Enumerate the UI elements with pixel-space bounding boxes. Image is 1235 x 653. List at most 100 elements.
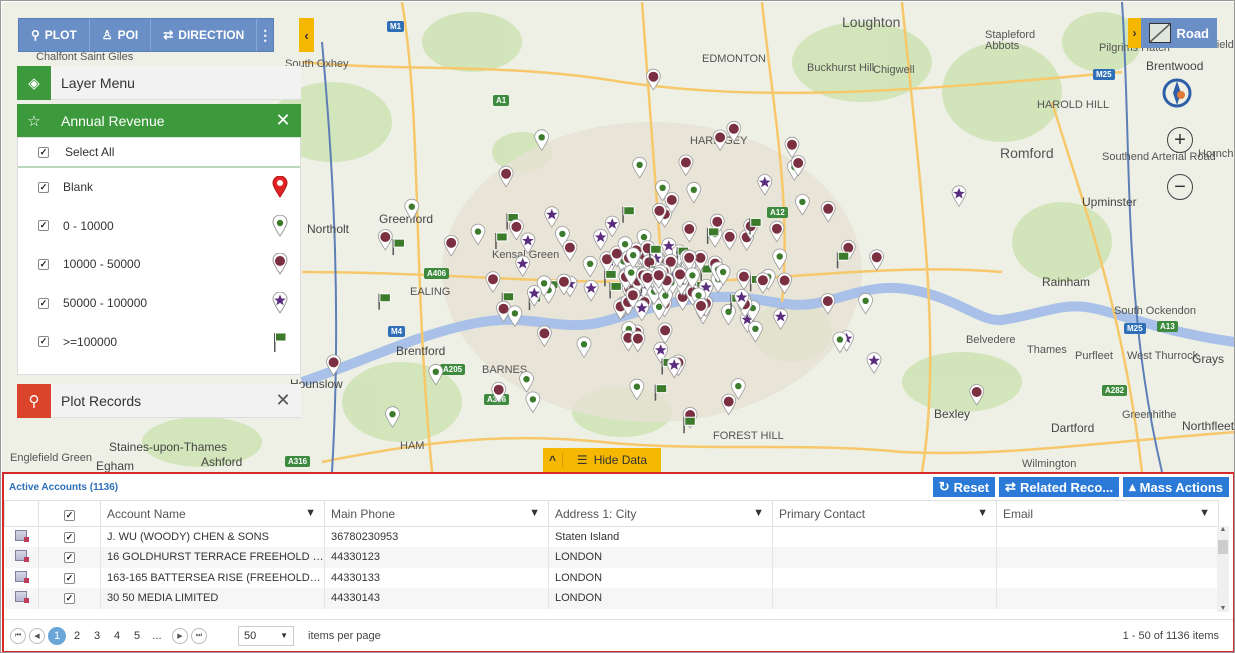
account-marker[interactable]: [377, 229, 393, 251]
legend-item[interactable]: ✓ 0 - 10000: [18, 207, 300, 246]
related-records-button[interactable]: ⇄ Related Reco...: [999, 477, 1120, 497]
account-marker[interactable]: [777, 272, 792, 295]
account-marker[interactable]: [519, 371, 534, 393]
account-marker[interactable]: [654, 384, 668, 401]
account-marker[interactable]: [726, 120, 742, 143]
zoom-in-button[interactable]: +: [1167, 127, 1193, 153]
zoom-out-button[interactable]: −: [1167, 174, 1193, 200]
grid-scrollbar[interactable]: ▲ ▼: [1217, 526, 1229, 612]
account-marker[interactable]: [858, 292, 873, 315]
account-marker[interactable]: [498, 165, 514, 188]
more-options-icon[interactable]: ⋮: [257, 19, 273, 51]
toolbar-collapse-button[interactable]: ‹: [299, 18, 314, 52]
account-marker[interactable]: [392, 238, 405, 256]
account-marker[interactable]: [326, 354, 342, 377]
page-number[interactable]: 1: [48, 626, 66, 645]
close-icon[interactable]: ✕: [265, 110, 301, 131]
account-marker[interactable]: [678, 154, 694, 177]
filter-icon[interactable]: ▼: [529, 507, 540, 519]
page-number[interactable]: 5: [128, 630, 146, 642]
compass-icon[interactable]: [1161, 77, 1193, 109]
grid-title[interactable]: Active Accounts (1136): [4, 482, 929, 493]
last-page-icon[interactable]: ⏭: [191, 627, 207, 644]
legend-checkbox[interactable]: ✓: [38, 220, 49, 232]
account-marker[interactable]: [378, 293, 391, 310]
account-marker[interactable]: [630, 330, 646, 353]
account-marker[interactable]: [593, 229, 608, 251]
record-icon[interactable]: [14, 550, 29, 563]
account-marker[interactable]: [576, 336, 592, 359]
account-marker[interactable]: [820, 293, 836, 315]
account-marker[interactable]: [583, 280, 599, 302]
account-marker[interactable]: [428, 363, 444, 386]
legend-checkbox[interactable]: ✓: [38, 258, 49, 270]
direction-button[interactable]: ⇄ DIRECTION: [151, 19, 258, 51]
account-marker[interactable]: [544, 206, 560, 228]
legend-checkbox[interactable]: ✓: [38, 297, 49, 309]
page-size-select[interactable]: 50 ▼: [238, 625, 294, 646]
account-marker[interactable]: [969, 384, 985, 406]
account-marker[interactable]: [537, 325, 552, 348]
hide-data-button[interactable]: ^ ☰ Hide Data: [543, 448, 661, 472]
legend-item[interactable]: ✓ 10000 - 50000: [18, 245, 300, 284]
account-marker[interactable]: [712, 129, 728, 152]
account-marker[interactable]: [757, 174, 773, 196]
account-marker[interactable]: [657, 322, 673, 345]
first-page-icon[interactable]: ⏮: [10, 627, 26, 644]
account-marker[interactable]: [784, 136, 800, 159]
cell-account-name[interactable]: 30 50 MEDIA LIMITED: [100, 588, 325, 609]
account-marker[interactable]: [562, 239, 578, 262]
account-marker[interactable]: [485, 271, 501, 293]
account-marker[interactable]: [836, 251, 850, 269]
account-marker[interactable]: [491, 381, 507, 404]
table-row[interactable]: ✓ 16 GOLDHURST TERRACE FREEHOLD LI... 4433…: [4, 547, 1219, 568]
account-marker[interactable]: [385, 406, 400, 428]
page-number[interactable]: 4: [108, 630, 126, 642]
plot-records-header[interactable]: ⚲ Plot Records ✕: [17, 383, 301, 418]
account-marker[interactable]: [683, 416, 696, 434]
account-marker[interactable]: [686, 181, 702, 204]
column-header-main-phone[interactable]: Main Phone ▼: [324, 500, 549, 527]
account-marker[interactable]: [534, 129, 550, 152]
account-marker[interactable]: [795, 194, 810, 216]
column-header-city[interactable]: Address 1: City ▼: [548, 500, 773, 527]
mass-actions-button[interactable]: ▴ Mass Actions: [1123, 477, 1229, 497]
account-marker[interactable]: [748, 320, 763, 343]
account-marker[interactable]: [773, 308, 788, 330]
page-number[interactable]: ...: [148, 630, 166, 642]
account-marker[interactable]: [951, 185, 967, 208]
account-marker[interactable]: [515, 255, 531, 278]
account-marker[interactable]: [507, 305, 523, 328]
legend-item[interactable]: ✓ >=100000: [18, 322, 300, 361]
account-marker[interactable]: [629, 378, 645, 401]
row-checkbox[interactable]: ✓: [64, 593, 75, 605]
account-marker[interactable]: [820, 200, 836, 223]
account-marker[interactable]: [832, 331, 848, 354]
account-marker[interactable]: [495, 232, 508, 249]
select-all-checkbox[interactable]: ✓: [38, 146, 49, 158]
column-header-email[interactable]: Email ▼: [996, 500, 1219, 527]
account-marker[interactable]: [772, 248, 788, 271]
map-style-collapse-button[interactable]: ›: [1128, 18, 1141, 48]
legend-checkbox[interactable]: ✓: [38, 181, 49, 193]
account-marker[interactable]: [443, 235, 459, 257]
column-header-primary-contact[interactable]: Primary Contact ▼: [772, 500, 997, 527]
select-all-row[interactable]: ✓ Select All: [18, 138, 300, 168]
prev-page-icon[interactable]: ◀: [29, 627, 45, 644]
account-marker[interactable]: [470, 223, 486, 246]
record-icon[interactable]: [14, 530, 29, 542]
record-icon[interactable]: [14, 570, 29, 583]
account-marker[interactable]: [869, 249, 885, 272]
next-page-icon[interactable]: ▶: [172, 627, 188, 644]
account-marker[interactable]: [609, 281, 622, 299]
row-checkbox[interactable]: ✓: [64, 572, 75, 584]
account-marker[interactable]: [525, 391, 541, 414]
account-marker[interactable]: [634, 299, 650, 322]
select-all-rows-checkbox[interactable]: ✓: [64, 509, 75, 521]
row-checkbox[interactable]: ✓: [64, 532, 75, 543]
reset-button[interactable]: ↻ Reset: [932, 477, 996, 497]
filter-icon[interactable]: ▼: [753, 507, 764, 519]
account-marker[interactable]: [736, 268, 752, 291]
page-number[interactable]: 2: [68, 630, 86, 642]
filter-icon[interactable]: ▼: [1199, 507, 1210, 519]
